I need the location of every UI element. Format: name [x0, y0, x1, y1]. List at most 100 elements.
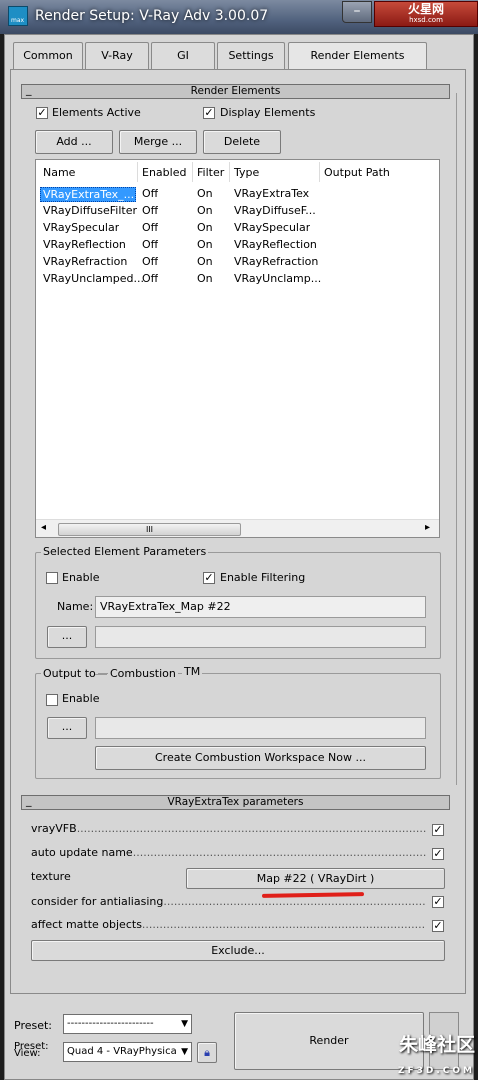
row-type: VRaySpecular [234, 221, 311, 234]
texture-label: texture [31, 870, 71, 883]
render-elements-list[interactable]: Name Enabled Filter Type Output Path VRa… [35, 159, 440, 538]
leader-dots: ........................................… [76, 822, 426, 835]
display-elements-checkbox[interactable]: ✓ [203, 107, 215, 119]
leader-dots: ........................................… [141, 918, 426, 931]
affect-matte-checkbox[interactable]: ✓ [432, 920, 444, 932]
tm-label: TM [182, 665, 203, 678]
exclude-button[interactable]: Exclude... [31, 940, 445, 961]
row-type: VRayDiffuseF... [234, 204, 316, 217]
list-row[interactable]: VRayUnclamped... Off On VRayUnclamp... [36, 270, 439, 287]
watermark-bottom-text: 朱峰社区 [398, 1034, 475, 1056]
row-enabled: Off [142, 187, 159, 200]
row-type: VRayReflection [234, 238, 317, 251]
3dsmax-app-icon[interactable]: max [8, 6, 28, 26]
elements-active-label: Elements Active [52, 106, 141, 119]
leader-dots: ........................................… [163, 895, 426, 908]
create-combustion-workspace-button[interactable]: Create Combustion Workspace Now ... [95, 746, 426, 770]
output-path-browse-button[interactable]: ... [47, 626, 87, 648]
column-header-enabled[interactable]: Enabled [142, 166, 186, 179]
combustion-browse-button[interactable]: ... [47, 717, 87, 739]
enable-checkbox[interactable] [46, 572, 58, 584]
preset-dropdown[interactable]: ------------------------ ▼ [63, 1014, 192, 1034]
rollout-scrollbar-track [456, 93, 457, 785]
add-button[interactable]: Add ... [35, 130, 113, 154]
lock-icon: 🔒︎ [204, 1046, 210, 1059]
tab-settings[interactable]: Settings [217, 42, 285, 69]
list-row[interactable]: VRayDiffuseFilter Off On VRayDiffuseF... [36, 202, 439, 219]
consider-antialiasing-label: consider for antialiasing [31, 895, 164, 908]
preset-label: Preset: [14, 1019, 53, 1032]
vrayvfb-label: vrayVFB [31, 822, 77, 835]
enable-filtering-checkbox[interactable]: ✓ [203, 572, 215, 584]
affect-matte-row: affect matte objects....................… [31, 918, 426, 931]
enable-filtering-label: Enable Filtering [220, 571, 306, 584]
row-enabled: Off [142, 272, 159, 285]
row-type: VRayUnclamp... [234, 272, 322, 285]
list-row[interactable]: VRayExtraTex_... Off On VRayExtraTex [36, 185, 439, 202]
consider-antialiasing-checkbox[interactable]: ✓ [432, 896, 444, 908]
texture-map-button[interactable]: Map #22 ( VRayDirt ) [186, 868, 445, 889]
collapse-icon: _ [26, 794, 32, 807]
rollout-vrayextratex-parameters[interactable]: _ VRayExtraTex parameters [21, 794, 450, 810]
auto-update-name-checkbox[interactable]: ✓ [432, 848, 444, 860]
column-separator [137, 162, 138, 182]
scroll-right-arrow-icon[interactable]: ▸ [425, 522, 430, 533]
tab-common[interactable]: Common [13, 42, 83, 69]
row-enabled: Off [142, 204, 159, 217]
column-separator [319, 162, 320, 182]
rollout-title: VRayExtraTex parameters [167, 796, 304, 808]
view-dropdown[interactable]: Quad 4 - VRayPhysica ▼ [63, 1042, 192, 1062]
delete-button[interactable]: Delete [203, 130, 281, 154]
row-enabled: Off [142, 255, 159, 268]
column-header-filter[interactable]: Filter [197, 166, 224, 179]
tab-gi[interactable]: GI [151, 42, 215, 69]
elements-active-checkbox[interactable]: ✓ [36, 107, 48, 119]
tab-vray[interactable]: V-Ray [85, 42, 149, 69]
row-enabled: Off [142, 238, 159, 251]
leader-dots: ........................................… [132, 846, 426, 859]
consider-antialiasing-row: consider for antialiasing...............… [31, 895, 426, 908]
combustion-path-field[interactable] [95, 717, 426, 739]
row-name: VRayReflection [43, 238, 126, 251]
element-name-field[interactable]: VRayExtraTex_Map #22 [95, 596, 426, 618]
lock-view-button[interactable]: 🔒︎ [197, 1042, 217, 1063]
row-enabled: Off [142, 221, 159, 234]
view-value: Quad 4 - VRayPhysica [67, 1046, 177, 1057]
title-bar: max Render Setup: V-Ray Adv 3.00.07 – 火星… [0, 0, 478, 34]
list-row[interactable]: VRaySpecular Off On VRaySpecular [36, 219, 439, 236]
view-label: View: [14, 1048, 41, 1059]
scrollbar-thumb[interactable]: III [58, 523, 241, 536]
auto-update-name-label: auto update name [31, 846, 133, 859]
combustion-label: Combustion [108, 667, 178, 680]
app-icon-label: max [11, 17, 25, 24]
merge-button[interactable]: Merge ... [119, 130, 197, 154]
watermark-bottom-subtext: ZF3D.COM [397, 1066, 475, 1076]
preset-value: ------------------------ [67, 1018, 154, 1029]
rollout-render-elements[interactable]: _ Render Elements [21, 83, 450, 99]
column-header-name[interactable]: Name [43, 166, 75, 179]
divider [95, 674, 107, 675]
row-filter: On [197, 238, 213, 251]
output-path-field[interactable] [95, 626, 426, 648]
group-title: Selected Element Parameters [41, 545, 209, 558]
row-filter: On [197, 255, 213, 268]
vrayvfb-checkbox[interactable]: ✓ [432, 824, 444, 836]
vrayvfb-row: vrayVFB.................................… [31, 822, 426, 835]
column-header-type[interactable]: Type [234, 166, 259, 179]
row-type: VRayExtraTex [234, 187, 310, 200]
auto-update-name-row: auto update name........................… [31, 846, 426, 859]
minimize-button[interactable]: – [342, 1, 372, 23]
watermark-text: 火星网 [407, 2, 444, 16]
list-row[interactable]: VRayRefraction Off On VRayRefraction [36, 253, 439, 270]
list-row[interactable]: VRayReflection Off On VRayReflection [36, 236, 439, 253]
column-header-output-path[interactable]: Output Path [324, 166, 390, 179]
row-type: VRayRefraction [234, 255, 319, 268]
enable-label: Enable [62, 571, 100, 584]
watermark-subtext: hxsd.com [409, 16, 443, 24]
horizontal-scrollbar[interactable]: ◂ III ▸ [36, 519, 439, 537]
name-label: Name: [57, 600, 94, 613]
chevron-down-icon: ▼ [181, 1019, 188, 1029]
combustion-enable-checkbox[interactable] [46, 694, 58, 706]
scroll-left-arrow-icon[interactable]: ◂ [41, 522, 46, 533]
tab-render-elements[interactable]: Render Elements [288, 42, 427, 70]
